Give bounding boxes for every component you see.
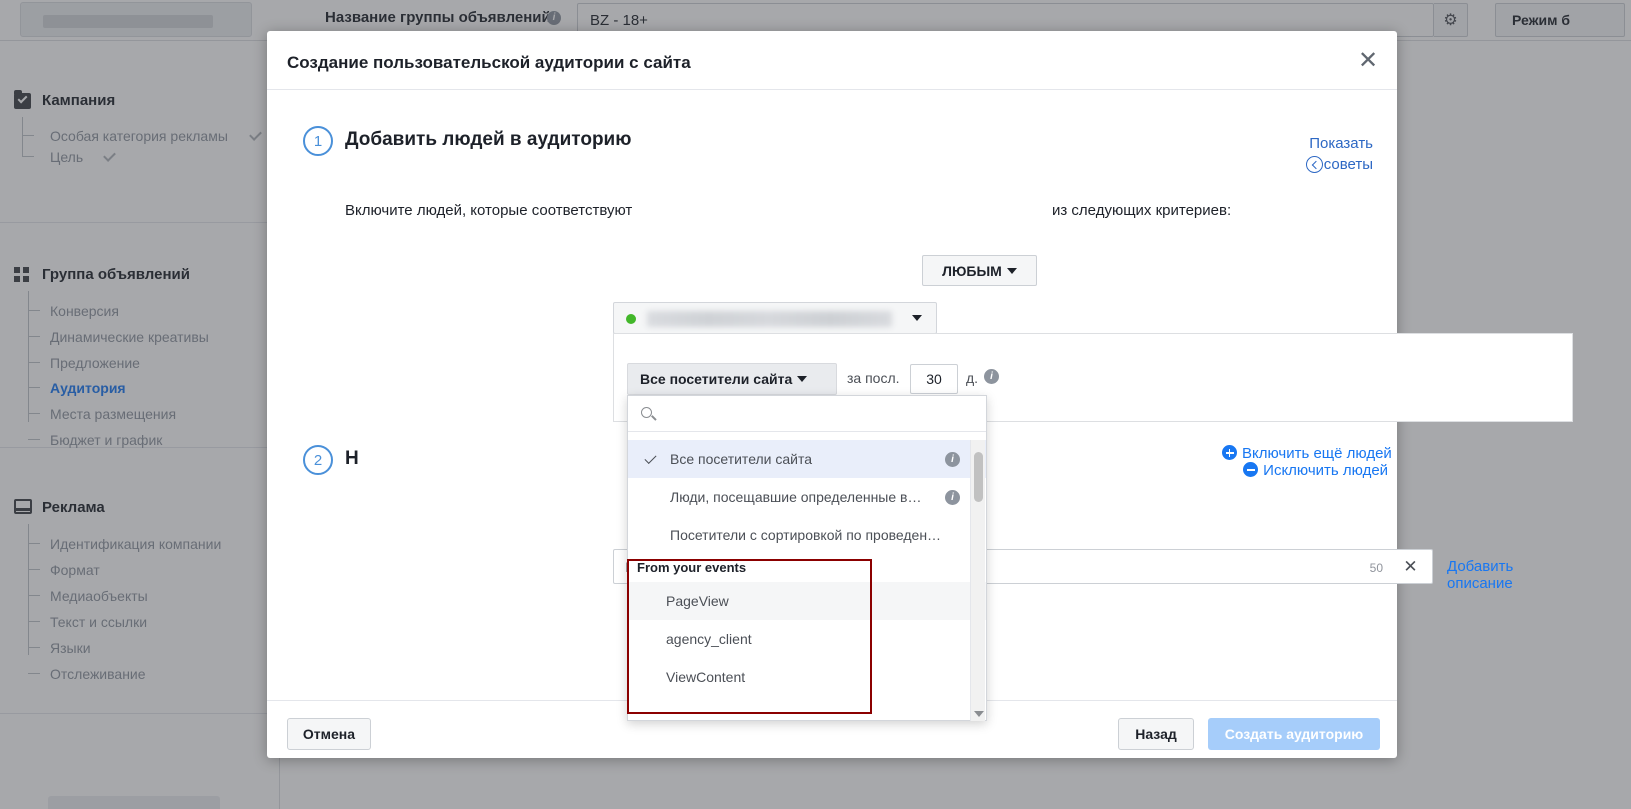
info-icon[interactable]: i: [945, 490, 960, 505]
match-type-select[interactable]: ЛЮБЫМ: [922, 255, 1037, 286]
include-suffix-text: из следующих критериев:: [1052, 202, 1231, 219]
dropdown-option-label: Посетители с сортировкой по проведен…: [670, 527, 941, 543]
info-icon[interactable]: i: [984, 369, 999, 384]
info-icon[interactable]: i: [945, 452, 960, 467]
retention-label: за посл.: [847, 370, 900, 386]
audience-add-links: Включить ещё людей Исключить людей: [1222, 445, 1397, 479]
step-1-title: Добавить людей в аудиторию: [345, 129, 631, 151]
pixel-source-redacted-value: [647, 311, 892, 327]
include-prefix-text: Включите людей, которые соответствуют: [345, 202, 632, 219]
exclude-people-link[interactable]: Исключить людей: [1243, 462, 1388, 479]
dropdown-event-pageview[interactable]: PageView: [628, 582, 986, 620]
retention-days-input[interactable]: 30: [910, 364, 958, 394]
close-icon[interactable]: ✕: [1353, 47, 1383, 77]
app-root: Название группы объявлений i BZ - 18+ ⚙ …: [0, 0, 1631, 809]
dialog-header: Создание пользовательской аудитории с са…: [267, 31, 1397, 90]
chevron-down-icon: [797, 376, 807, 382]
dialog-body: 1 Добавить людей в аудиторию Показать со…: [267, 90, 1397, 700]
step-2-title: Н: [345, 448, 359, 470]
add-description-link[interactable]: Добавить описание: [1447, 558, 1513, 592]
include-more-people-link[interactable]: Включить ещё людей: [1222, 445, 1392, 462]
step-1-badge: 1: [303, 126, 333, 156]
dropdown-event-label: agency_client: [666, 631, 752, 647]
cancel-button[interactable]: Отмена: [287, 718, 371, 750]
dropdown-option-all-visitors[interactable]: Все посетители сайта i: [628, 440, 986, 478]
create-audience-button[interactable]: Создать аудиторию: [1208, 718, 1380, 750]
show-tips-line2: советы: [1324, 156, 1373, 173]
dropdown-option-specific-pages[interactable]: Люди, посещавшие определенные в… i: [628, 478, 986, 516]
clear-name-icon[interactable]: ✕: [1389, 549, 1433, 584]
exclude-people-label: Исключить людей: [1263, 462, 1388, 479]
create-website-custom-audience-dialog: Создание пользовательской аудитории с са…: [267, 31, 1397, 758]
chevron-left-icon: [1306, 156, 1323, 173]
show-tips-link[interactable]: Показать советы: [1253, 133, 1373, 175]
step-2-badge: 2: [303, 445, 333, 475]
rule-type-dropdown: Все посетители сайта i Люди, посещавшие …: [627, 395, 987, 721]
dialog-title: Создание пользовательской аудитории с са…: [287, 53, 691, 73]
match-type-value: ЛЮБЫМ: [942, 263, 1002, 279]
dropdown-event-viewcontent[interactable]: ViewContent: [628, 658, 986, 696]
scrollbar-thumb[interactable]: [974, 452, 983, 502]
dropdown-option-time-spent[interactable]: Посетители с сортировкой по проведен…: [628, 516, 986, 554]
retention-suffix: д.: [966, 370, 978, 386]
include-more-people-label: Включить ещё людей: [1242, 445, 1392, 462]
check-icon: [644, 452, 656, 464]
dropdown-event-label: ViewContent: [666, 669, 745, 685]
dropdown-event-label: PageView: [666, 593, 729, 609]
chevron-down-icon: [1007, 268, 1017, 274]
dropdown-group-header: From your events: [628, 554, 986, 582]
search-icon: [641, 407, 652, 418]
green-status-dot-icon: [626, 314, 636, 324]
rule-type-select[interactable]: Все посетители сайта: [627, 363, 837, 395]
dropdown-option-label: Все посетители сайта: [670, 451, 812, 467]
dropdown-event-agency-client[interactable]: agency_client: [628, 620, 986, 658]
dropdown-option-list: Все посетители сайта i Люди, посещавшие …: [628, 440, 986, 721]
minus-circle-icon: [1243, 462, 1258, 477]
plus-circle-icon: [1222, 445, 1237, 460]
show-tips-line1: Показать: [1309, 135, 1373, 152]
dropdown-search-row[interactable]: [628, 396, 986, 432]
dropdown-option-label: Люди, посещавшие определенные в…: [670, 489, 922, 505]
rule-type-value: Все посетители сайта: [640, 371, 792, 387]
dropdown-scrollbar[interactable]: [970, 440, 985, 721]
back-button[interactable]: Назад: [1118, 718, 1194, 750]
chevron-down-icon: [912, 315, 922, 321]
chevron-down-icon[interactable]: [974, 711, 984, 717]
audience-name-char-limit: 50: [1370, 561, 1383, 575]
pixel-source-select[interactable]: [613, 302, 937, 334]
